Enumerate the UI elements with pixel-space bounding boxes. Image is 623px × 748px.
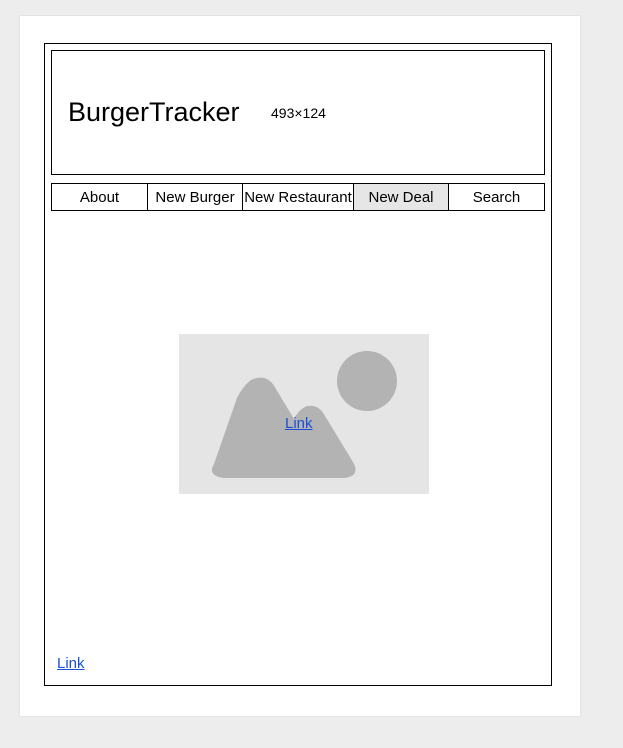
header-banner: BurgerTracker 493×124 (51, 50, 545, 175)
nav-item-new-burger[interactable]: New Burger (148, 184, 243, 210)
center-link[interactable]: Link (285, 415, 313, 432)
main-nav: About New Burger New Restaurant New Deal… (51, 183, 545, 211)
nav-item-new-restaurant[interactable]: New Restaurant (243, 184, 354, 210)
nav-item-search[interactable]: Search (449, 184, 544, 210)
app-title: BurgerTracker (68, 97, 240, 127)
nav-item-about[interactable]: About (52, 184, 148, 210)
image-placeholder-icon (211, 351, 397, 478)
header-dimensions-label: 493×124 (271, 105, 326, 121)
nav-item-new-deal[interactable]: New Deal (354, 184, 449, 210)
image-placeholder: Link (179, 334, 429, 494)
footer-link[interactable]: Link (57, 655, 85, 672)
